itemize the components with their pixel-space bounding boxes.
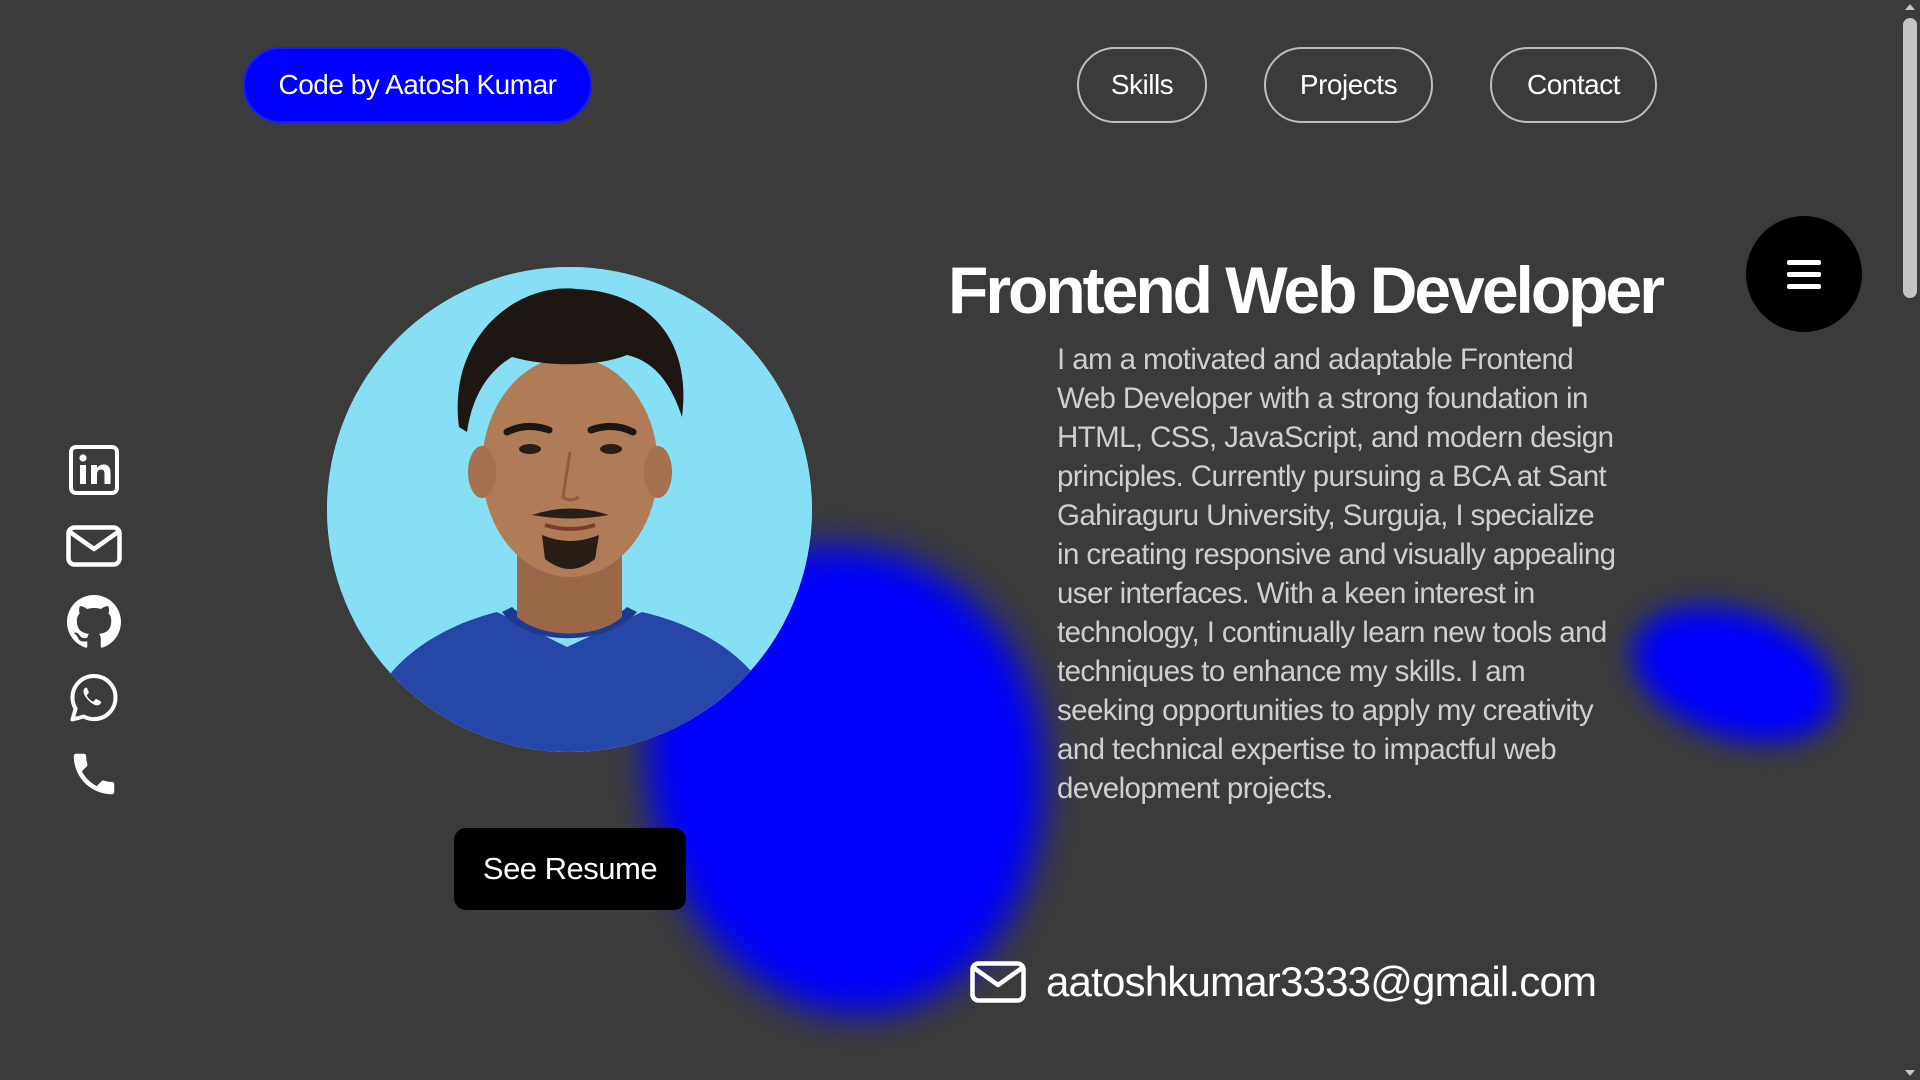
hamburger-icon-bar <box>1787 271 1821 277</box>
whatsapp-link[interactable] <box>66 670 122 726</box>
linkedin-icon <box>69 445 119 495</box>
blue-blob-small <box>1615 582 1855 767</box>
hamburger-icon <box>1787 259 1821 265</box>
scroll-down-arrow-icon[interactable] <box>1905 1070 1915 1076</box>
email-contact[interactable]: aatoshkumar3333@gmail.com <box>970 958 1597 1006</box>
hamburger-icon-bar <box>1787 283 1821 289</box>
mail-icon <box>970 961 1026 1003</box>
see-resume-button[interactable]: See Resume <box>454 828 686 910</box>
portfolio-page: Code by Aatosh Kumar Skills Projects Con… <box>0 0 1920 1080</box>
menu-button[interactable] <box>1746 216 1862 332</box>
profile-photo-illustration <box>327 267 812 752</box>
github-link[interactable] <box>66 594 122 650</box>
nav-contact-button[interactable]: Contact <box>1490 47 1657 123</box>
email-link[interactable] <box>66 518 122 574</box>
scroll-up-arrow-icon[interactable] <box>1905 4 1915 10</box>
github-icon <box>67 595 121 648</box>
nav-projects-button[interactable]: Projects <box>1264 47 1433 123</box>
phone-icon <box>73 753 115 795</box>
about-paragraph: I am a motivated and adaptable Frontend … <box>1057 343 1616 805</box>
mail-icon <box>66 525 122 567</box>
profile-photo <box>327 267 812 752</box>
phone-link[interactable] <box>66 746 122 802</box>
page-title: Frontend Web Developer <box>948 253 1665 327</box>
brand-button[interactable]: Code by Aatosh Kumar <box>243 47 592 123</box>
email-address[interactable]: aatoshkumar3333@gmail.com <box>1046 958 1597 1006</box>
vertical-scrollbar[interactable] <box>1900 0 1920 1080</box>
nav-skills-button[interactable]: Skills <box>1077 47 1207 123</box>
scrollbar-thumb[interactable] <box>1903 18 1917 298</box>
linkedin-link[interactable] <box>66 442 122 498</box>
whatsapp-icon <box>70 674 118 722</box>
